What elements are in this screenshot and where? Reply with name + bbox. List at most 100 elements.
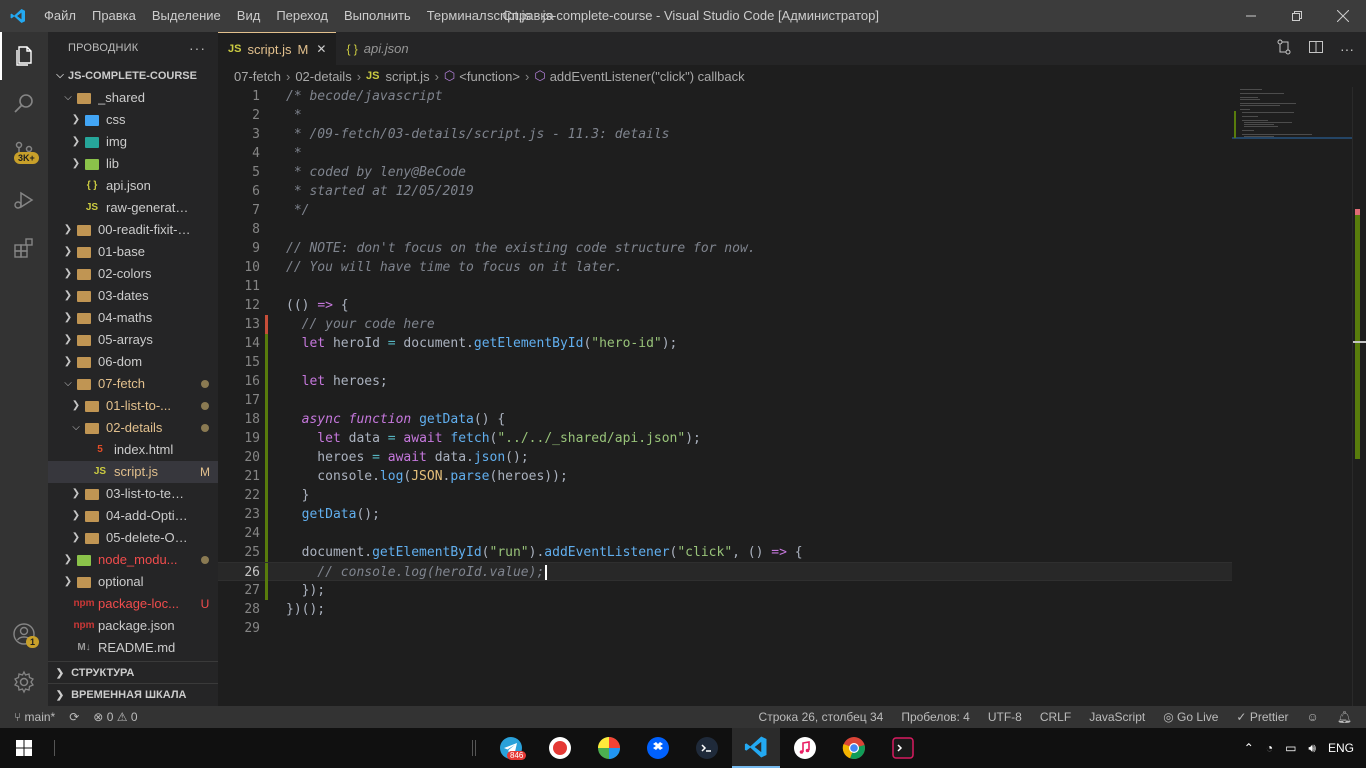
folder-item[interactable]: ❯ node_modu... <box>48 549 218 571</box>
folder-item[interactable]: ❯ img <box>48 131 218 153</box>
windows-start-icon[interactable] <box>0 728 48 768</box>
folder-item[interactable]: ⌵ _shared <box>48 87 218 109</box>
menu-terminal[interactable]: Терминал <box>419 0 495 32</box>
folder-item[interactable]: ❯ css <box>48 109 218 131</box>
code-line[interactable]: 6 * started at 12/05/2019 <box>218 182 1232 201</box>
more-actions-icon[interactable]: ··· <box>1340 41 1354 57</box>
menu-file[interactable]: Файл <box>36 0 84 32</box>
branch-status[interactable]: ⑂ main* <box>14 710 55 724</box>
end-of-line[interactable]: CRLF <box>1040 710 1071 724</box>
notifications-bell-icon[interactable]: 🔔︎ <box>1337 710 1352 724</box>
restore-button[interactable] <box>1274 0 1320 32</box>
code-line[interactable]: 5 * coded by leny@BeCode <box>218 163 1232 182</box>
code-line[interactable]: 11 <box>218 277 1232 296</box>
code-line[interactable]: 20 heroes = await data.json(); <box>218 448 1232 467</box>
file-item[interactable]: M↓ README.md <box>48 637 218 659</box>
code-line[interactable]: 14 let heroId = document.getElementById(… <box>218 334 1232 353</box>
problems-status[interactable]: ⊗ 0 ⚠ 0 <box>93 710 137 724</box>
breadcrumb-item[interactable]: 02-details <box>295 69 351 84</box>
folder-item[interactable]: ❯ 01-list-to-... <box>48 395 218 417</box>
tab-script-js[interactable]: JS script.js M ✕ <box>218 32 337 65</box>
code-line[interactable]: 19 let data = await fetch("../../_shared… <box>218 429 1232 448</box>
code-line[interactable]: 2 * <box>218 106 1232 125</box>
code-line[interactable]: 16 let heroes; <box>218 372 1232 391</box>
code-line[interactable]: 22 } <box>218 486 1232 505</box>
language-mode[interactable]: JavaScript <box>1089 710 1145 724</box>
menu-view[interactable]: Вид <box>229 0 269 32</box>
encoding[interactable]: UTF-8 <box>988 710 1022 724</box>
folder-item[interactable]: ❯ 04-maths <box>48 307 218 329</box>
itunes-icon[interactable] <box>781 728 829 768</box>
sync-icon[interactable]: ⟳ <box>69 710 79 724</box>
code-line[interactable]: 15 <box>218 353 1232 372</box>
minimize-button[interactable] <box>1228 0 1274 32</box>
color-picker-icon[interactable] <box>585 728 633 768</box>
more-actions-icon[interactable]: ··· <box>189 40 206 56</box>
file-item[interactable]: JS script.js M <box>48 461 218 483</box>
terminal-app-icon[interactable] <box>683 728 731 768</box>
workspace-root[interactable]: ⌵ JS-COMPLETE-COURSE <box>48 65 218 87</box>
wifi-icon[interactable]: ◔ <box>1266 741 1273 755</box>
code-line[interactable]: 9 // NOTE: don't focus on the existing co… <box>218 239 1232 258</box>
code-line[interactable]: 27 }); <box>218 581 1232 600</box>
code-line[interactable]: 3 * /09-fetch/03-details/script.js - 11.… <box>218 125 1232 144</box>
folder-item[interactable]: ❯ 03-list-to-templ... <box>48 483 218 505</box>
folder-item[interactable]: ❯ 01-base <box>48 241 218 263</box>
file-item[interactable]: 5 index.html <box>48 439 218 461</box>
chevron-up-icon[interactable]: ⌃ <box>1244 741 1254 755</box>
folder-item[interactable]: ❯ 05-delete-Optio... <box>48 527 218 549</box>
vscode-taskbar-icon[interactable] <box>732 728 780 768</box>
feedback-icon[interactable]: ☺ <box>1307 710 1319 724</box>
breadcrumb-item[interactable]: script.js <box>386 69 430 84</box>
folder-item[interactable]: ❯ 03-dates <box>48 285 218 307</box>
code-line[interactable]: 28})(); <box>218 600 1232 619</box>
extensions-icon[interactable] <box>0 224 48 272</box>
code-line[interactable]: 10 // You will have time to focus on it l… <box>218 258 1232 277</box>
code-line[interactable]: 8 <box>218 220 1232 239</box>
folder-item[interactable]: ❯ 05-arrays <box>48 329 218 351</box>
go-live-button[interactable]: ◎ Go Live <box>1163 710 1218 724</box>
language-indicator[interactable]: ENG <box>1328 741 1354 755</box>
file-item[interactable]: npm package.json <box>48 615 218 637</box>
file-item[interactable]: { } api.json <box>48 175 218 197</box>
folder-item[interactable]: ❯ lib <box>48 153 218 175</box>
outline-section[interactable]: ❯ СТРУКТУРА <box>48 661 218 683</box>
folder-item[interactable]: ❯ 02-colors <box>48 263 218 285</box>
chrome-icon[interactable] <box>830 728 878 768</box>
folder-item[interactable]: ❯ 06-dom <box>48 351 218 373</box>
open-changes-icon[interactable] <box>1276 39 1292 58</box>
record-icon[interactable] <box>536 728 584 768</box>
code-line[interactable]: 29 <box>218 619 1232 638</box>
tab-api-json[interactable]: { } api.json <box>336 32 418 65</box>
folder-item[interactable]: ⌵ 02-details <box>48 417 218 439</box>
minimap[interactable] <box>1232 87 1352 147</box>
menu-go[interactable]: Переход <box>268 0 336 32</box>
editor-scrollbar[interactable] <box>1352 87 1366 706</box>
terminal-icon[interactable] <box>879 728 927 768</box>
code-line[interactable]: 24 <box>218 524 1232 543</box>
code-editor[interactable]: 1/* becode/javascript 2 * 3 * /09-fetch/03… <box>218 87 1366 706</box>
menu-selection[interactable]: Выделение <box>144 0 229 32</box>
tab-close-icon[interactable]: ✕ <box>316 42 326 56</box>
folder-item[interactable]: ❯ optional <box>48 571 218 593</box>
volume-icon[interactable]: 🔊︎ <box>1308 741 1316 756</box>
folder-item[interactable]: ❯ 04-add-Optional <box>48 505 218 527</box>
menu-help[interactable]: Справка <box>495 0 562 32</box>
close-window-button[interactable] <box>1320 0 1366 32</box>
menu-edit[interactable]: Правка <box>84 0 144 32</box>
explorer-icon[interactable] <box>0 32 48 80</box>
code-line[interactable]: 12 (() => { <box>218 296 1232 315</box>
breadcrumb-item[interactable]: <function> <box>459 69 520 84</box>
accounts-icon[interactable] <box>0 610 48 658</box>
dropbox-icon[interactable] <box>634 728 682 768</box>
code-line[interactable]: 1 /* becode/javascript <box>218 87 1232 106</box>
timeline-section[interactable]: ❯ ВРЕМЕННАЯ ШКАЛА <box>48 683 218 705</box>
folder-item[interactable]: ⌵ 07-fetch <box>48 373 218 395</box>
breadcrumb-item[interactable]: addEventListener("click") callback <box>550 69 745 84</box>
code-line[interactable]: 17 <box>218 391 1232 410</box>
prettier-button[interactable]: ✓ Prettier <box>1236 710 1288 724</box>
code-line[interactable]: 7 */ <box>218 201 1232 220</box>
search-icon[interactable] <box>0 80 48 128</box>
code-line[interactable]: 25 document.getElementById("run").addEve… <box>218 543 1232 562</box>
run-debug-icon[interactable] <box>0 176 48 224</box>
